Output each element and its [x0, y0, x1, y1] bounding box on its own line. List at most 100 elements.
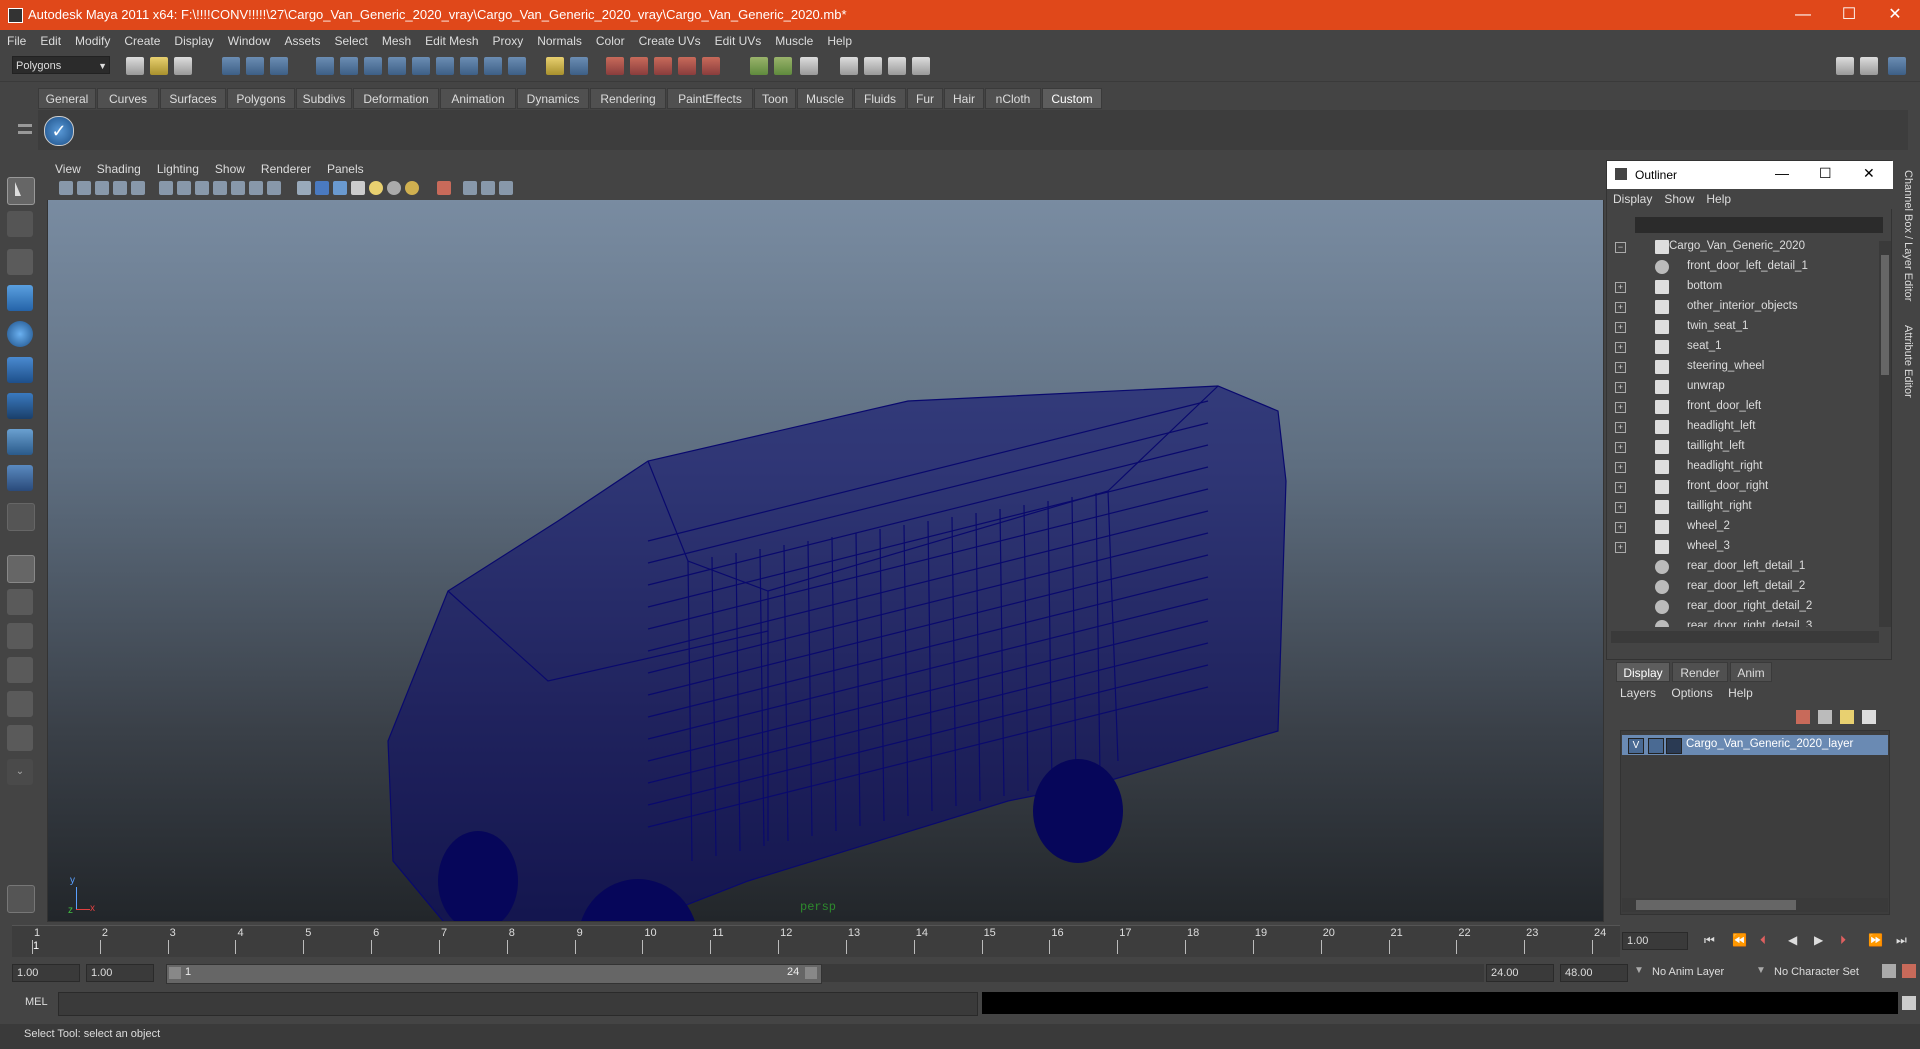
- select-handles-icon[interactable]: [316, 57, 334, 75]
- outliner-item[interactable]: rear_door_right_detail_3: [1607, 617, 1877, 627]
- smooth-shading-icon[interactable]: [315, 181, 329, 195]
- lock-selection-icon[interactable]: [546, 57, 564, 75]
- shelf-tab-animation[interactable]: Animation: [440, 88, 516, 109]
- menu-color[interactable]: Color: [589, 30, 632, 52]
- menu-mesh[interactable]: Mesh: [375, 30, 418, 52]
- shelf-tab-fur[interactable]: Fur: [907, 88, 943, 109]
- expand-icon[interactable]: +: [1615, 442, 1626, 453]
- script-editor-icon[interactable]: [1902, 996, 1916, 1010]
- shelf-tab-custom[interactable]: Custom: [1042, 88, 1102, 109]
- menu-file[interactable]: File: [0, 30, 33, 52]
- script-editor-icon[interactable]: [7, 885, 35, 913]
- all-lights-icon[interactable]: [405, 181, 419, 195]
- step-back-key-icon[interactable]: ⏴: [1760, 933, 1766, 948]
- hud-icon[interactable]: [499, 181, 513, 195]
- shelf-tab-hair[interactable]: Hair: [944, 88, 984, 109]
- snap-curve-icon[interactable]: [630, 57, 648, 75]
- menu-muscle[interactable]: Muscle: [768, 30, 820, 52]
- collapse-icon[interactable]: −: [1615, 242, 1626, 253]
- outliner-minimize-icon[interactable]: —: [1775, 165, 1789, 181]
- outliner-item[interactable]: rear_door_right_detail_2: [1607, 597, 1877, 617]
- start-time-field[interactable]: 1.00: [12, 964, 80, 982]
- shelf-tab-general[interactable]: General: [38, 88, 96, 109]
- chevron-down-icon[interactable]: ⌄: [7, 759, 33, 785]
- persp-outliner-layout-icon[interactable]: [7, 623, 33, 649]
- snap-grid-icon[interactable]: [606, 57, 624, 75]
- layer-type-toggle[interactable]: [1648, 738, 1664, 754]
- menu-edit[interactable]: Edit: [33, 30, 68, 52]
- rotate-tool-icon[interactable]: [7, 321, 33, 347]
- play-backwards-icon[interactable]: ◀: [1788, 933, 1797, 947]
- layer-menu-help[interactable]: Help: [1728, 686, 1753, 700]
- step-forward-icon[interactable]: ⏩: [1868, 933, 1883, 947]
- character-set-dropdown[interactable]: No Character Set: [1770, 964, 1878, 982]
- maximize-button[interactable]: ☐: [1826, 0, 1872, 30]
- outliner-item[interactable]: + wheel_2: [1607, 517, 1877, 537]
- time-slider[interactable]: 1 2 3 4 5 6 7 8 9 10 11 12 13 14 15 16 17 18 19 20 21 22 23 24: [12, 925, 1620, 957]
- new-layer-selected-icon[interactable]: [1818, 710, 1832, 724]
- image-plane-icon[interactable]: [113, 181, 127, 195]
- menu-select[interactable]: Select: [327, 30, 374, 52]
- create-layer-icon[interactable]: [1840, 710, 1854, 724]
- shelf-tab-painteffects[interactable]: PaintEffects: [667, 88, 753, 109]
- gate-mask-icon[interactable]: [213, 181, 227, 195]
- range-slider[interactable]: 1 24: [166, 964, 822, 984]
- go-to-start-icon[interactable]: ⏮: [1704, 933, 1715, 948]
- outliner-item[interactable]: front_door_left_detail_1: [1607, 257, 1877, 277]
- show-manipulator-icon[interactable]: [7, 465, 33, 491]
- step-forward-key-icon[interactable]: ⏵: [1840, 933, 1846, 948]
- select-component-icon[interactable]: [270, 57, 288, 75]
- shelf-tab-surfaces[interactable]: Surfaces: [160, 88, 226, 109]
- outliner-maximize-icon[interactable]: ☐: [1819, 165, 1832, 182]
- expand-icon[interactable]: +: [1615, 482, 1626, 493]
- close-button[interactable]: ✕: [1872, 0, 1918, 30]
- layer-color-swatch[interactable]: [1666, 738, 1682, 754]
- layer-visibility-toggle[interactable]: V: [1628, 738, 1644, 754]
- shelf-tab-rendering[interactable]: Rendering: [590, 88, 666, 109]
- select-joints-icon[interactable]: [340, 57, 358, 75]
- tool-settings-toggle-icon[interactable]: [1860, 57, 1878, 75]
- two-d-pan-zoom-icon[interactable]: [131, 181, 145, 195]
- viewport-menu-shading[interactable]: Shading: [89, 160, 149, 178]
- persp-graph-hypergraph-layout-icon[interactable]: [7, 725, 33, 751]
- open-scene-icon[interactable]: [150, 57, 168, 75]
- outliner-menu-help[interactable]: Help: [1700, 189, 1737, 209]
- viewport-menu-show[interactable]: Show: [207, 160, 253, 178]
- camera-select-icon[interactable]: [59, 181, 73, 195]
- select-deformations-icon[interactable]: [412, 57, 430, 75]
- viewport-menu-lighting[interactable]: Lighting: [149, 160, 207, 178]
- paint-select-tool-icon[interactable]: [7, 249, 33, 275]
- menu-set-dropdown[interactable]: Polygons ▼: [12, 56, 110, 74]
- layer-tab-anim[interactable]: Anim: [1730, 662, 1772, 682]
- menu-display[interactable]: Display: [167, 30, 220, 52]
- question-icon[interactable]: [508, 57, 526, 75]
- construction-history-icon[interactable]: [800, 57, 818, 75]
- add-to-layer-icon[interactable]: [1862, 710, 1876, 724]
- render-view-icon[interactable]: [840, 57, 858, 75]
- playback-end-field[interactable]: 24.00: [1486, 964, 1554, 982]
- single-pane-layout-icon[interactable]: [7, 555, 35, 583]
- menu-window[interactable]: Window: [221, 30, 278, 52]
- perspective-viewport[interactable]: y x z: [47, 160, 1604, 922]
- shelf-tab-ncloth[interactable]: nCloth: [985, 88, 1041, 109]
- menu-modify[interactable]: Modify: [68, 30, 117, 52]
- outliner-item[interactable]: + seat_1: [1607, 337, 1877, 357]
- outliner-item[interactable]: + steering_wheel: [1607, 357, 1877, 377]
- isolate-select-icon[interactable]: [437, 181, 451, 195]
- shelf-tab-curves[interactable]: Curves: [97, 88, 159, 109]
- move-tool-icon[interactable]: [7, 285, 33, 311]
- outliner-menu-display[interactable]: Display: [1607, 189, 1658, 209]
- outliner-item[interactable]: + front_door_right: [1607, 477, 1877, 497]
- current-frame-field[interactable]: 1.00: [1622, 932, 1688, 950]
- outliner-item[interactable]: + headlight_right: [1607, 457, 1877, 477]
- expand-icon[interactable]: +: [1615, 542, 1626, 553]
- menu-edit-mesh[interactable]: Edit Mesh: [418, 30, 485, 52]
- menu-create[interactable]: Create: [117, 30, 167, 52]
- shelf-tab-deformation[interactable]: Deformation: [353, 88, 439, 109]
- new-scene-icon[interactable]: [126, 57, 144, 75]
- menu-assets[interactable]: Assets: [277, 30, 327, 52]
- attribute-editor-toggle-icon[interactable]: [1836, 57, 1854, 75]
- outliner-item[interactable]: + twin_seat_1: [1607, 317, 1877, 337]
- outliner-item[interactable]: rear_door_left_detail_2: [1607, 577, 1877, 597]
- four-pane-layout-icon[interactable]: [7, 589, 33, 615]
